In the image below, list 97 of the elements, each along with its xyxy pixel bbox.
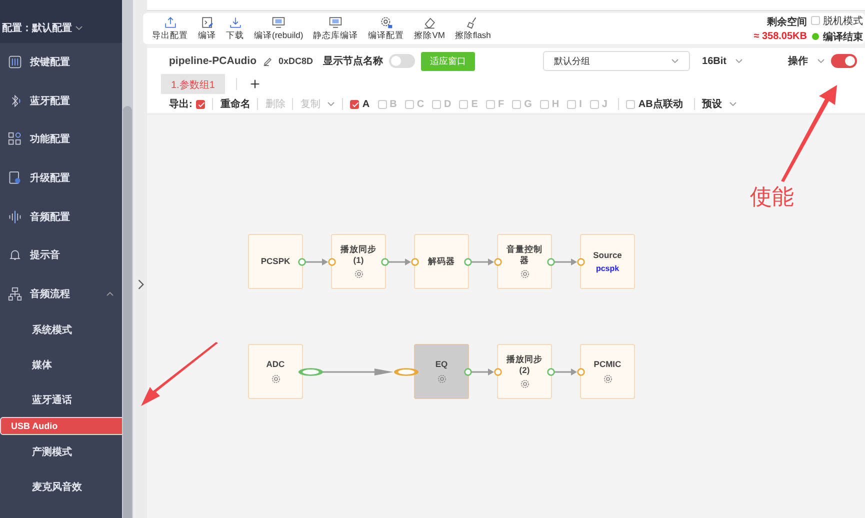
- add-icon[interactable]: [250, 78, 260, 88]
- enable-toggle[interactable]: [831, 54, 857, 68]
- toolbar-button[interactable]: 静态库编译: [310, 16, 362, 42]
- annotation-text: 使能: [750, 184, 794, 212]
- sliders-icon: [8, 55, 22, 70]
- sidebar-subitem[interactable]: 麦克风音效: [0, 470, 122, 504]
- sidebar-item[interactable]: 按键配置: [0, 43, 122, 82]
- node-label: PCMIC: [594, 359, 622, 370]
- operation-menu[interactable]: 操作: [788, 54, 808, 68]
- chevron-down-icon: [728, 102, 737, 106]
- sidebar-item[interactable]: 蓝牙配置: [0, 82, 122, 120]
- toolbar-button[interactable]: 导出配置: [149, 16, 191, 42]
- sidebar-subitem[interactable]: 蓝牙通话: [0, 382, 122, 417]
- settings-icon[interactable]: [602, 374, 612, 384]
- hierarchy-icon: [8, 286, 22, 301]
- pipeline-node[interactable]: 音量控制器: [497, 234, 552, 289]
- chevron-down-icon: [671, 58, 680, 64]
- sidebar-item[interactable]: 提示音: [0, 236, 122, 275]
- chevron-down-icon: [817, 58, 825, 64]
- code-file-icon: [200, 16, 214, 28]
- pipeline-node[interactable]: PCMIC: [580, 344, 635, 399]
- chevron-down-icon: [327, 102, 336, 106]
- node-label: 解码器: [428, 256, 455, 267]
- show-names-label: 显示节点名称: [323, 54, 384, 68]
- settings-icon[interactable]: [436, 374, 446, 384]
- connector-arrow: [464, 256, 502, 266]
- monitor-icon: [272, 16, 286, 28]
- show-names-toggle[interactable]: [389, 54, 416, 68]
- pipeline-node[interactable]: 解码器: [414, 234, 469, 289]
- pipeline-node[interactable]: 播放同步 (1): [331, 234, 386, 289]
- pipeline-node[interactable]: Source pcspk: [580, 234, 635, 289]
- node-label: Source: [593, 250, 622, 260]
- chevron-down-icon: [735, 58, 744, 64]
- sidebar-subitem[interactable]: 系统模式: [0, 313, 122, 348]
- pipeline-node[interactable]: EQ: [414, 344, 469, 399]
- eraser-icon: [423, 16, 436, 28]
- chevron-down-icon: [75, 26, 83, 30]
- rename-button[interactable]: 重命名: [220, 97, 250, 111]
- connector-arrow: [464, 366, 502, 376]
- chevron-right-icon[interactable]: [136, 278, 144, 290]
- settings-icon[interactable]: [520, 268, 530, 279]
- pipeline-name: pipeline-PCAudio: [169, 55, 256, 67]
- export-checkbox[interactable]: [196, 100, 206, 108]
- settings-icon[interactable]: [354, 268, 364, 279]
- node-label: 播放同步 (2): [505, 354, 544, 375]
- pipeline-code: 0xDC8D: [278, 56, 314, 66]
- sidebar-item[interactable]: 升级配置: [0, 158, 122, 198]
- toolbar-button[interactable]: 编译: [195, 16, 219, 42]
- node-label: ADC: [266, 359, 285, 370]
- offline-mode-checkbox[interactable]: 脱机模式: [811, 14, 863, 28]
- sidebar-item[interactable]: 音频流程: [0, 274, 122, 314]
- document-icon: [8, 171, 22, 186]
- connector-arrow: [381, 256, 419, 266]
- ab-link-checkbox[interactable]: AB点联动: [626, 97, 683, 111]
- scrollbar-thumb[interactable]: [123, 106, 132, 518]
- pipeline-node[interactable]: 播放同步 (2): [497, 344, 552, 399]
- config-dropdown[interactable]: 配置：默认配置: [0, 21, 83, 35]
- toolbar-button[interactable]: 编译(rebuild): [251, 16, 306, 42]
- settings-icon[interactable]: [270, 374, 280, 384]
- sidebar-subitem[interactable]: 产测模式: [0, 434, 122, 470]
- status-text: 编译结束: [823, 30, 863, 44]
- export-label: 导出:: [169, 98, 192, 111]
- chevron-up-icon: [106, 291, 114, 296]
- toolbar-button[interactable]: 擦除VM: [411, 16, 448, 42]
- free-space-value: ≈ 358.05KB: [754, 31, 807, 42]
- toolbar-button[interactable]: 擦除flash: [452, 16, 494, 42]
- preset-dropdown[interactable]: 预设: [702, 97, 722, 111]
- pipeline-node[interactable]: ADC: [248, 344, 303, 399]
- node-label: PCSPK: [260, 256, 290, 267]
- connector-arrow: [547, 256, 585, 266]
- pencil-icon[interactable]: [262, 56, 272, 66]
- sidebar-item[interactable]: 功能配置: [0, 120, 122, 159]
- sidebar-subitem[interactable]: 媒体: [0, 348, 122, 382]
- monitor-icon: [329, 16, 342, 28]
- scrollbar[interactable]: [122, 0, 133, 518]
- connector-arrow: [298, 256, 336, 266]
- sidebar-subitem[interactable]: USB Audio: [0, 416, 125, 435]
- toolbar-button[interactable]: 编译配置: [365, 16, 408, 42]
- group-select[interactable]: 默认分组: [543, 51, 690, 71]
- node-label: 音量控制器: [506, 244, 544, 265]
- bit-select[interactable]: 16Bit: [702, 56, 726, 66]
- node-label: EQ: [435, 359, 448, 370]
- settings-icon[interactable]: [520, 378, 530, 389]
- connector-arrow: [547, 366, 585, 376]
- bell-icon: [8, 248, 22, 262]
- node-sublabel: pcspk: [596, 264, 620, 274]
- gear-icon: [380, 16, 393, 28]
- waveform-icon: [8, 210, 22, 224]
- toolbar-button[interactable]: 下载: [223, 16, 247, 42]
- sidebar-item[interactable]: 音频配置: [0, 197, 122, 236]
- upload-icon: [164, 16, 176, 28]
- free-space-label: 剩余空间: [767, 16, 807, 29]
- pipeline-node[interactable]: PCSPK: [248, 234, 303, 289]
- grid-icon: [8, 132, 22, 146]
- channel-checkbox[interactable]: A: [350, 98, 370, 110]
- download-icon: [228, 16, 242, 28]
- node-label: 播放同步 (1): [339, 244, 378, 265]
